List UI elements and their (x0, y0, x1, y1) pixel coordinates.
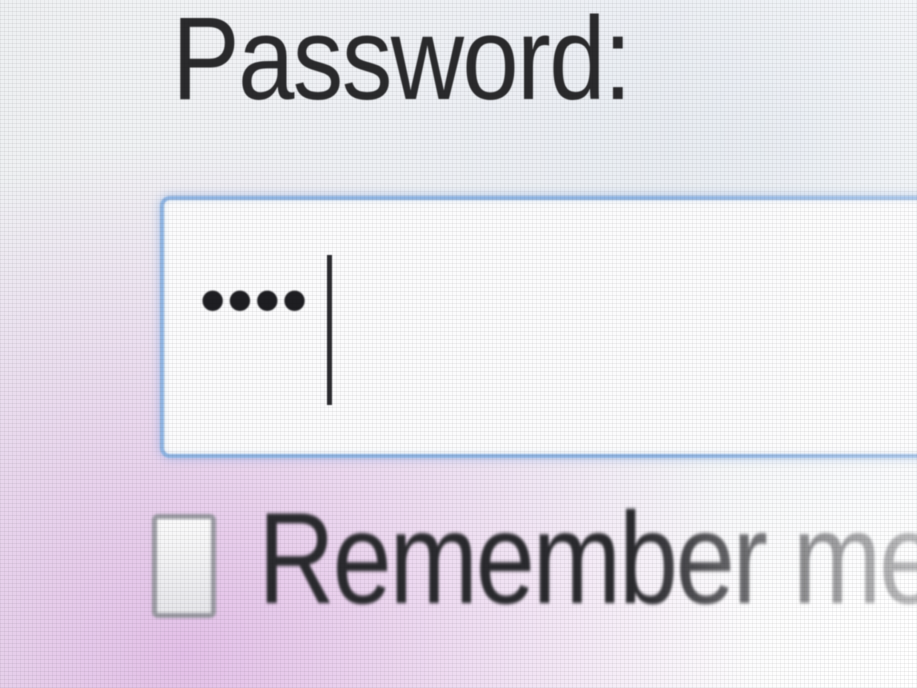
remember-me-checkbox[interactable] (152, 514, 216, 618)
login-screen: Password: •••• Remember me (0, 0, 917, 688)
password-label: Password: (172, 0, 632, 125)
password-masked-value: •••• (192, 262, 315, 344)
text-cursor (327, 255, 332, 405)
remember-me-label[interactable]: Remember me (258, 493, 917, 623)
